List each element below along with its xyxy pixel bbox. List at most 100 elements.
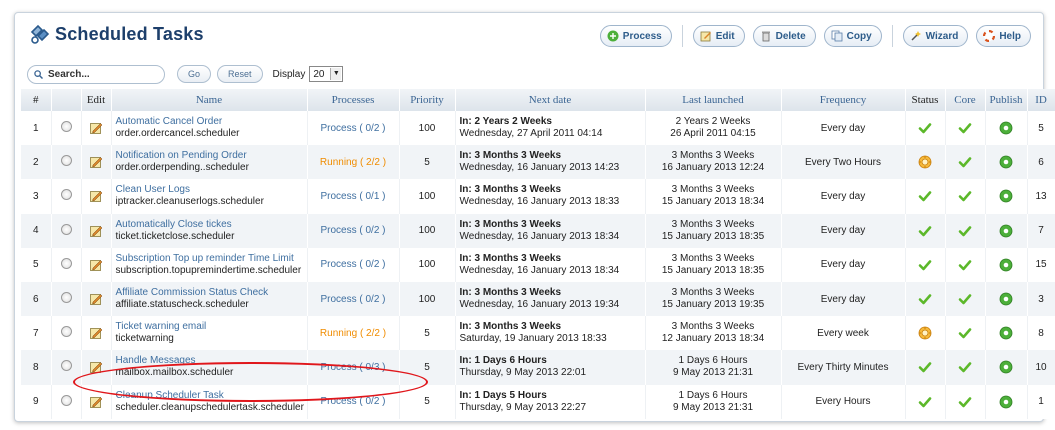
toolbar: Process Edit Delete Copy Wizard Help <box>599 25 1031 47</box>
process-link[interactable]: Process ( 0/2 ) <box>320 259 385 270</box>
row-select-radio[interactable] <box>60 394 72 406</box>
published-icon[interactable] <box>999 258 1013 272</box>
table-row[interactable]: 8 Handle Messages mailbox.mailbox.schedu… <box>21 350 1055 385</box>
edit-icon[interactable] <box>89 326 103 340</box>
help-button[interactable]: Help <box>976 25 1031 47</box>
check-icon <box>958 328 972 339</box>
row-select-radio[interactable] <box>60 360 72 372</box>
row-select-radio[interactable] <box>60 121 72 133</box>
col-header-frequency[interactable]: Frequency <box>781 89 906 111</box>
tasks-table: # Edit Name Processes Priority Next date… <box>21 89 1055 419</box>
last-relative: 3 Months 3 Weeks <box>671 218 755 230</box>
table-row[interactable]: 5 Subscription Top up reminder Time Limi… <box>21 247 1055 282</box>
task-name-link[interactable]: Clean User Logs <box>116 184 303 196</box>
edit-button-label: Edit <box>715 30 735 42</box>
task-name-link[interactable]: Cleanup Scheduler Task <box>116 390 303 402</box>
priority-value: 100 <box>399 247 456 282</box>
table-row[interactable]: 3 Clean User Logs iptracker.cleanuserlog… <box>21 179 1055 214</box>
col-header-priority[interactable]: Priority <box>399 89 456 111</box>
col-header-name[interactable]: Name <box>111 89 308 111</box>
task-name-link[interactable]: Ticket warning email <box>116 321 303 333</box>
published-icon[interactable] <box>999 360 1013 374</box>
published-icon[interactable] <box>999 121 1013 135</box>
task-name-link[interactable]: Automatically Close tickes <box>116 219 303 231</box>
last-date: 12 January 2013 18:34 <box>661 333 765 345</box>
copy-button[interactable]: Copy <box>823 25 882 47</box>
task-name-link[interactable]: Automatic Cancel Order <box>116 116 303 128</box>
table-row[interactable]: 2 Notification on Pending Order order.or… <box>21 145 1055 180</box>
delete-button[interactable]: Delete <box>752 25 816 47</box>
col-header-next-date[interactable]: Next date <box>455 89 646 111</box>
row-select-radio[interactable] <box>60 189 72 201</box>
process-link[interactable]: Process ( 0/2 ) <box>320 123 385 134</box>
check-icon <box>958 157 972 168</box>
col-header-last-launched[interactable]: Last launched <box>645 89 782 111</box>
task-class: affiliate.statuscheck.scheduler <box>115 299 249 311</box>
go-button[interactable]: Go <box>177 65 212 83</box>
row-number: 1 <box>21 111 52 146</box>
task-class: subscription.topupremindertime.scheduler <box>115 264 302 276</box>
col-header-core[interactable]: Core <box>945 89 986 111</box>
priority-value: 5 <box>399 384 456 419</box>
frequency-value: Every day <box>781 111 906 146</box>
process-link[interactable]: Process ( 0/2 ) <box>320 225 385 236</box>
process-icon <box>607 30 619 42</box>
col-header-processes[interactable]: Processes <box>307 89 400 111</box>
edit-icon[interactable] <box>89 258 103 272</box>
table-row[interactable]: 6 Affiliate Commission Status Check affi… <box>21 281 1055 317</box>
edit-button[interactable]: Edit <box>692 25 745 47</box>
row-select-radio[interactable] <box>60 326 72 338</box>
process-link[interactable]: Process ( 0/3 ) <box>320 362 385 373</box>
check-icon <box>958 191 972 202</box>
display-count-select[interactable]: 20 ▼ <box>309 66 344 82</box>
scheduled-tasks-icon <box>30 24 50 44</box>
row-select-radio[interactable] <box>60 223 72 235</box>
task-name-link[interactable]: Subscription Top up reminder Time Limit <box>116 253 303 265</box>
table-row[interactable]: 1 Automatic Cancel Order order.ordercanc… <box>21 111 1055 146</box>
edit-icon[interactable] <box>89 360 103 374</box>
last-date: 15 January 2013 18:34 <box>661 196 765 208</box>
wizard-button[interactable]: Wizard <box>902 25 969 47</box>
edit-icon[interactable] <box>89 189 103 203</box>
col-header-id[interactable]: ID <box>1027 89 1055 111</box>
published-icon[interactable] <box>999 395 1013 409</box>
table-row[interactable]: 4 Automatically Close tickes ticket.tick… <box>21 213 1055 248</box>
edit-icon[interactable] <box>89 395 103 409</box>
row-select-radio[interactable] <box>60 292 72 304</box>
published-icon[interactable] <box>999 326 1013 340</box>
check-icon <box>958 225 972 236</box>
reset-button[interactable]: Reset <box>217 65 263 83</box>
edit-icon[interactable] <box>89 121 103 135</box>
col-header-status: Status <box>905 89 946 111</box>
frequency-value: Every day <box>781 247 906 282</box>
running-gear-icon <box>918 155 932 169</box>
edit-icon[interactable] <box>89 292 103 306</box>
published-icon[interactable] <box>999 189 1013 203</box>
task-name-link[interactable]: Notification on Pending Order <box>116 150 303 162</box>
row-select-radio[interactable] <box>60 257 72 269</box>
col-header-publish[interactable]: Publish <box>985 89 1028 111</box>
published-icon[interactable] <box>999 224 1013 238</box>
process-button[interactable]: Process <box>599 25 672 47</box>
task-name-link[interactable]: Affiliate Commission Status Check <box>116 287 303 299</box>
search-box[interactable] <box>27 64 165 84</box>
process-link[interactable]: Process ( 0/2 ) <box>320 294 385 305</box>
last-relative: 3 Months 3 Weeks <box>671 184 755 196</box>
last-date: 16 January 2013 12:24 <box>661 162 765 174</box>
last-date: 9 May 2013 21:31 <box>672 367 754 379</box>
table-row[interactable]: 9 Cleanup Scheduler Task scheduler.clean… <box>21 384 1055 419</box>
process-link[interactable]: Process ( 0/2 ) <box>320 396 385 407</box>
process-link[interactable]: Running ( 2/2 ) <box>320 328 386 339</box>
edit-icon[interactable] <box>89 155 103 169</box>
published-icon[interactable] <box>999 155 1013 169</box>
task-name-link[interactable]: Handle Messages <box>116 355 303 367</box>
process-link[interactable]: Running ( 2/2 ) <box>320 157 386 168</box>
published-icon[interactable] <box>999 292 1013 306</box>
search-input[interactable] <box>46 67 156 81</box>
row-select-radio[interactable] <box>60 155 72 167</box>
process-link[interactable]: Process ( 0/1 ) <box>320 191 385 202</box>
table-row[interactable]: 7 Ticket warning email ticketwarning Run… <box>21 316 1055 351</box>
help-lifebuoy-icon <box>983 30 996 42</box>
frequency-value: Every day <box>781 213 906 248</box>
edit-icon[interactable] <box>89 224 103 238</box>
